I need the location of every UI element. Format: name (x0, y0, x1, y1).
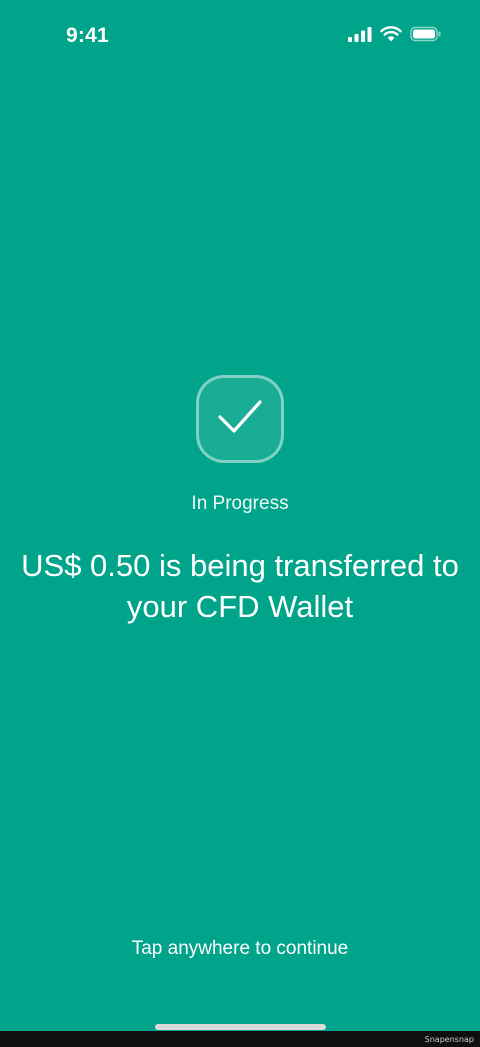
battery-icon (410, 26, 442, 47)
transfer-message: US$ 0.50 is being transferred to your CF… (21, 548, 459, 624)
home-indicator[interactable] (155, 1024, 326, 1030)
status-bar-icons (348, 26, 442, 47)
continue-hint[interactable]: Tap anywhere to continue (0, 938, 480, 960)
status-bar-time: 9:41 (66, 24, 109, 47)
bottom-bar (0, 1031, 480, 1047)
success-check-badge (196, 375, 284, 463)
transfer-status-label: In Progress (191, 493, 289, 514)
cellular-signal-icon (348, 26, 372, 47)
checkmark-icon (216, 397, 264, 442)
wifi-icon (380, 26, 402, 47)
watermark: Snapensnap (424, 1035, 474, 1044)
tap-to-continue-screen[interactable]: 9:41 In Progress US$ 0.50 is being trans… (0, 0, 480, 1031)
